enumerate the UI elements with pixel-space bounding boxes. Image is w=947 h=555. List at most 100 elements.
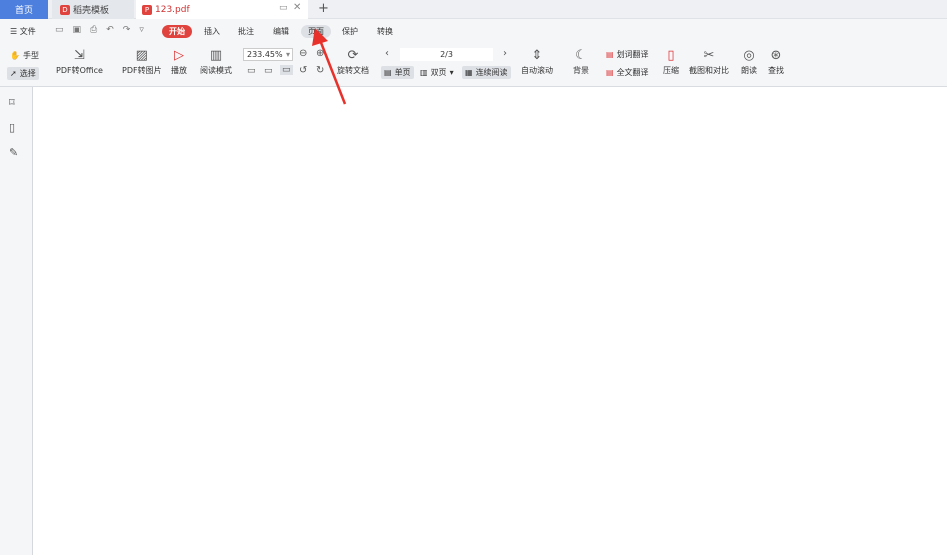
rotate-left-icon[interactable]: ↺ bbox=[299, 65, 307, 76]
pdf-to-image-label: PDF转图片 bbox=[122, 66, 162, 75]
word-translate-button[interactable]: ▤ 划词翻译 bbox=[606, 49, 649, 60]
scissors-icon: ✂ bbox=[703, 48, 715, 63]
word-translate-label: 划词翻译 bbox=[616, 50, 649, 59]
word-translate-icon: ▤ bbox=[606, 50, 614, 59]
screenshot-compare-label: 截图和对比 bbox=[689, 66, 729, 75]
save-icon[interactable]: ▣ bbox=[73, 25, 82, 35]
read-aloud-button[interactable]: ◎ 朗读 bbox=[741, 47, 757, 76]
image-icon: ▨ bbox=[135, 48, 148, 63]
menu-tab-insert[interactable]: 插入 bbox=[204, 26, 220, 37]
dropdown-arrow-icon[interactable]: ▿ bbox=[139, 25, 144, 35]
screenshot-compare-button[interactable]: ✂ 截图和对比 bbox=[689, 47, 729, 76]
auto-scroll-label: 自动滚动 bbox=[521, 66, 553, 75]
double-page-label: 双页 bbox=[430, 68, 447, 77]
tab-home[interactable]: 首页 bbox=[0, 0, 48, 19]
select-tool-button[interactable]: ➚ 选择 bbox=[7, 67, 39, 80]
menu-tab-protect[interactable]: 保护 bbox=[342, 26, 358, 37]
file-menu-button[interactable]: ☰ 文件 bbox=[10, 26, 36, 37]
read-mode-label: 阅读模式 bbox=[200, 66, 232, 75]
signature-icon[interactable]: ✎ bbox=[9, 146, 18, 159]
book-icon: ▥ bbox=[209, 48, 223, 63]
page-number-input[interactable]: 2/3 bbox=[400, 48, 493, 61]
menu-tab-page[interactable]: 页面 bbox=[301, 25, 331, 38]
continuous-read-icon: ▦ bbox=[465, 68, 473, 77]
find-label: 查找 bbox=[768, 66, 784, 75]
document-viewport[interactable] bbox=[34, 88, 947, 555]
fit-page-icon[interactable]: ▭ bbox=[264, 66, 273, 76]
pdf-to-office-icon: ⇲ bbox=[74, 48, 85, 63]
quick-access-toolbar: ▭ ▣ ⎙ ↶ ↷ ▿ bbox=[55, 25, 144, 35]
moon-icon: ☾ bbox=[575, 48, 587, 63]
zoom-select[interactable]: 233.45% ▾ bbox=[243, 48, 293, 61]
bookmark-icon[interactable]: ⌑ bbox=[9, 96, 15, 109]
select-tool-label: 选择 bbox=[19, 69, 36, 78]
auto-scroll-button[interactable]: ⇕ 自动滚动 bbox=[521, 47, 553, 76]
menu-bar: ☰ 文件 ▭ ▣ ⎙ ↶ ↷ ▿ 开始 插入 批注 编辑 页面 保护 转换 bbox=[0, 19, 947, 45]
ribbon-toolbar: ✋ 手型 ➚ 选择 ⇲ PDF转Office ▨ PDF转图片 ▷ 播放 ▥ 阅… bbox=[0, 45, 947, 87]
tab-pdf-label: 123.pdf bbox=[155, 4, 190, 15]
pdf-to-office-button[interactable]: ⇲ PDF转Office bbox=[56, 47, 103, 76]
tab-bar: 首页 D 稻壳模板 P 123.pdf ▭ ✕ + bbox=[0, 0, 947, 19]
next-page-icon[interactable]: › bbox=[503, 48, 507, 59]
tab-template-label: 稻壳模板 bbox=[73, 6, 110, 16]
zoom-value: 233.45% bbox=[247, 50, 283, 59]
file-menu-label: 文件 bbox=[19, 27, 36, 36]
new-tab-button[interactable]: + bbox=[318, 1, 329, 16]
pin-icon[interactable]: ▭ bbox=[279, 3, 288, 13]
continuous-read-label: 连续阅读 bbox=[475, 68, 508, 77]
double-page-icon: ▥ bbox=[420, 68, 428, 77]
single-page-label: 单页 bbox=[394, 68, 411, 77]
read-aloud-label: 朗读 bbox=[741, 66, 757, 75]
full-translate-label: 全文翻译 bbox=[616, 68, 649, 77]
continuous-read-button[interactable]: ▦ 连续阅读 bbox=[462, 66, 511, 79]
redo-icon[interactable]: ↷ bbox=[123, 25, 131, 35]
tab-template[interactable]: D 稻壳模板 bbox=[52, 0, 134, 19]
close-tab-icon[interactable]: ✕ bbox=[293, 2, 301, 13]
print-icon[interactable]: ⎙ bbox=[90, 25, 97, 35]
hand-tool-label: 手型 bbox=[22, 51, 39, 60]
play-button[interactable]: ▷ 播放 bbox=[171, 47, 187, 76]
hand-tool-button[interactable]: ✋ 手型 bbox=[10, 50, 39, 61]
actual-size-icon[interactable]: ▭ bbox=[247, 66, 256, 76]
play-icon: ▷ bbox=[174, 48, 184, 63]
rotate-right-icon[interactable]: ↻ bbox=[316, 65, 324, 76]
chevron-down-icon: ▾ bbox=[285, 50, 290, 59]
undo-icon[interactable]: ↶ bbox=[106, 25, 114, 35]
full-translate-button[interactable]: ▤ 全文翻译 bbox=[606, 67, 649, 78]
docer-logo-icon: D bbox=[60, 4, 70, 15]
rotate-document-label: 旋转文档 bbox=[337, 66, 369, 75]
compress-label: 压缩 bbox=[663, 66, 679, 75]
menu-tab-start[interactable]: 开始 bbox=[162, 25, 192, 38]
pdf-to-image-button[interactable]: ▨ PDF转图片 bbox=[122, 47, 162, 76]
left-sidebar: ⌑ ▯ ✎ bbox=[0, 87, 33, 555]
chevron-down-icon: ▾ bbox=[449, 68, 454, 77]
play-label: 播放 bbox=[171, 66, 187, 75]
background-button[interactable]: ☾ 背景 bbox=[573, 47, 589, 76]
thumbnail-icon[interactable]: ▯ bbox=[9, 121, 15, 134]
rotate-doc-icon: ⟳ bbox=[347, 48, 359, 63]
cursor-icon: ➚ bbox=[10, 69, 17, 78]
fit-width-icon[interactable]: ▭ bbox=[280, 65, 293, 75]
prev-page-icon[interactable]: ‹ bbox=[385, 48, 389, 59]
zoom-in-icon[interactable]: ⊕ bbox=[316, 48, 324, 59]
pdf-to-office-label: PDF转Office bbox=[56, 66, 103, 75]
compress-icon: ▯ bbox=[667, 48, 675, 63]
menu-tab-annotate[interactable]: 批注 bbox=[238, 26, 254, 37]
hand-icon: ✋ bbox=[10, 51, 20, 60]
single-page-icon: ▤ bbox=[384, 68, 392, 77]
hamburger-icon: ☰ bbox=[10, 27, 18, 36]
rotate-document-button[interactable]: ⟳ 旋转文档 bbox=[337, 47, 369, 76]
pdf-file-icon: P bbox=[142, 4, 152, 15]
search-icon: ⊛ bbox=[770, 48, 782, 63]
open-folder-icon[interactable]: ▭ bbox=[55, 25, 64, 35]
background-label: 背景 bbox=[573, 66, 589, 75]
single-page-button[interactable]: ▤ 单页 bbox=[381, 66, 414, 79]
read-mode-button[interactable]: ▥ 阅读模式 bbox=[200, 47, 232, 76]
find-button[interactable]: ⊛ 查找 bbox=[768, 47, 784, 76]
zoom-out-icon[interactable]: ⊖ bbox=[299, 48, 307, 59]
menu-tab-convert[interactable]: 转换 bbox=[377, 26, 393, 37]
menu-tab-edit[interactable]: 编辑 bbox=[273, 26, 289, 37]
double-page-button[interactable]: ▥ 双页 ▾ bbox=[420, 67, 454, 78]
auto-scroll-icon: ⇕ bbox=[531, 48, 543, 63]
compress-button[interactable]: ▯ 压缩 bbox=[663, 47, 679, 76]
